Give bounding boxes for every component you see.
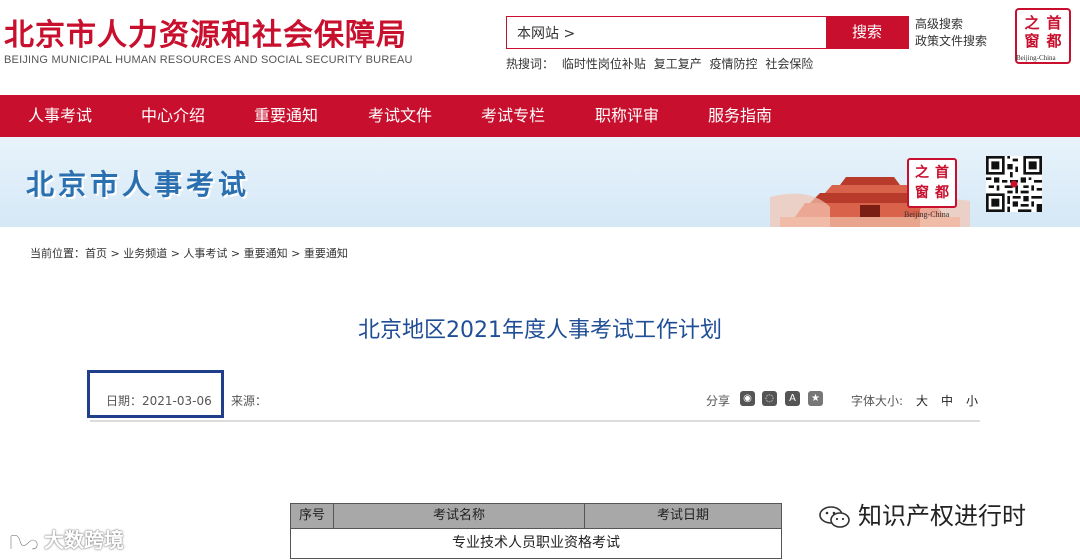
wechat-share-icon[interactable]: ◌: [762, 391, 777, 406]
font-size-small[interactable]: 小: [966, 392, 978, 409]
hot-search-words: 热搜词： 临时性岗位补贴 复工复产 疫情防控 社会保险: [506, 55, 817, 72]
weibo-share-icon[interactable]: ◉: [740, 391, 755, 406]
table-section-cell: 专业技术人员职业资格考试: [452, 535, 620, 551]
text-share-icon[interactable]: A: [785, 391, 800, 406]
watermark-left-text: 大数跨境: [44, 528, 124, 552]
watermark-right-text: 知识产权进行时: [858, 502, 1026, 530]
table-row: 专业技术人员职业资格考试: [290, 529, 782, 559]
breadcrumb[interactable]: 当前位置：首页 > 业务频道 > 人事考试 > 重要通知 > 重要通知: [30, 245, 348, 261]
site-header: 北京市人力资源和社会保障局 BEIJING MUNICIPAL HUMAN RE…: [0, 0, 1080, 95]
seal-char: 都: [1046, 32, 1062, 50]
advanced-search-link[interactable]: 高级搜索: [915, 16, 987, 33]
seal-char: 窗: [915, 185, 929, 201]
seal-caption: Beijing-China: [1016, 54, 1056, 62]
site-title[interactable]: 北京市人力资源和社会保障局: [4, 10, 407, 54]
nav-item-center-intro[interactable]: 中心介绍: [141, 95, 205, 137]
hot-words-label: 热搜词：: [506, 57, 555, 71]
watermark-right: 知识产权进行时: [818, 496, 1026, 531]
nav-item-service-guide[interactable]: 服务指南: [708, 95, 772, 137]
article-source: 来源：: [231, 394, 268, 408]
seal-char: 首: [935, 165, 949, 181]
table-header-cell: 序号: [291, 504, 334, 528]
search-button[interactable]: 搜索: [826, 17, 908, 48]
hot-word-link[interactable]: 疫情防控: [710, 57, 758, 71]
banner-title: 北京市人事考试: [26, 168, 251, 201]
font-size-medium[interactable]: 中: [941, 392, 953, 409]
article-date: 日期：2021-03-06: [106, 394, 212, 408]
site-subtitle: BEIJING MUNICIPAL HUMAN RESOURCES AND SO…: [4, 54, 413, 66]
wechat-icon: [819, 506, 850, 528]
article-title: 北京地区2021年度人事考试工作计划: [358, 318, 722, 343]
main-nav: 人事考试 中心介绍 重要通知 考试文件 考试专栏 职称评审 服务指南: [0, 95, 1080, 137]
meta-divider: [90, 420, 980, 422]
seal-char: 之: [1024, 14, 1040, 32]
seal-char: 首: [1046, 14, 1062, 32]
table-header-cell: 考试名称: [334, 504, 585, 528]
nav-item-title-review[interactable]: 职称评审: [595, 95, 659, 137]
qzone-share-icon[interactable]: ★: [808, 391, 823, 406]
hot-word-link[interactable]: 临时性岗位补贴: [562, 57, 646, 71]
seal-char: 窗: [1024, 32, 1040, 50]
hot-word-link[interactable]: 复工复产: [654, 57, 702, 71]
nav-item-important-notice[interactable]: 重要通知: [254, 95, 318, 137]
policy-search-link[interactable]: 政策文件搜索: [915, 33, 987, 50]
qr-code-icon[interactable]: [986, 156, 1042, 212]
search-input[interactable]: [507, 17, 825, 48]
advanced-links: 高级搜索 政策文件搜索: [915, 16, 987, 50]
banner-seal-caption: Beijing-China: [904, 210, 950, 219]
seal-char: 都: [935, 185, 949, 201]
watermark-left: 大数跨境: [8, 524, 124, 553]
banner-seal-logo: 之 首 窗 都: [907, 158, 957, 208]
table-header-cell: 考试日期: [656, 508, 709, 523]
nav-item-exam-column[interactable]: 考试专栏: [481, 95, 545, 137]
nav-item-personnel-exam[interactable]: 人事考试: [28, 95, 92, 137]
share-label: 分享: [706, 394, 731, 408]
nav-item-exam-documents[interactable]: 考试文件: [368, 95, 432, 137]
font-size-label: 字体大小:: [851, 394, 904, 408]
table-header-row: 序号 考试名称 考试日期: [290, 503, 782, 529]
seal-char: 之: [915, 165, 929, 181]
search-box: 搜索: [506, 16, 909, 49]
font-size-large[interactable]: 大: [916, 392, 928, 409]
hot-word-link[interactable]: 社会保险: [765, 57, 813, 71]
watermark-logo-icon: [9, 533, 39, 550]
